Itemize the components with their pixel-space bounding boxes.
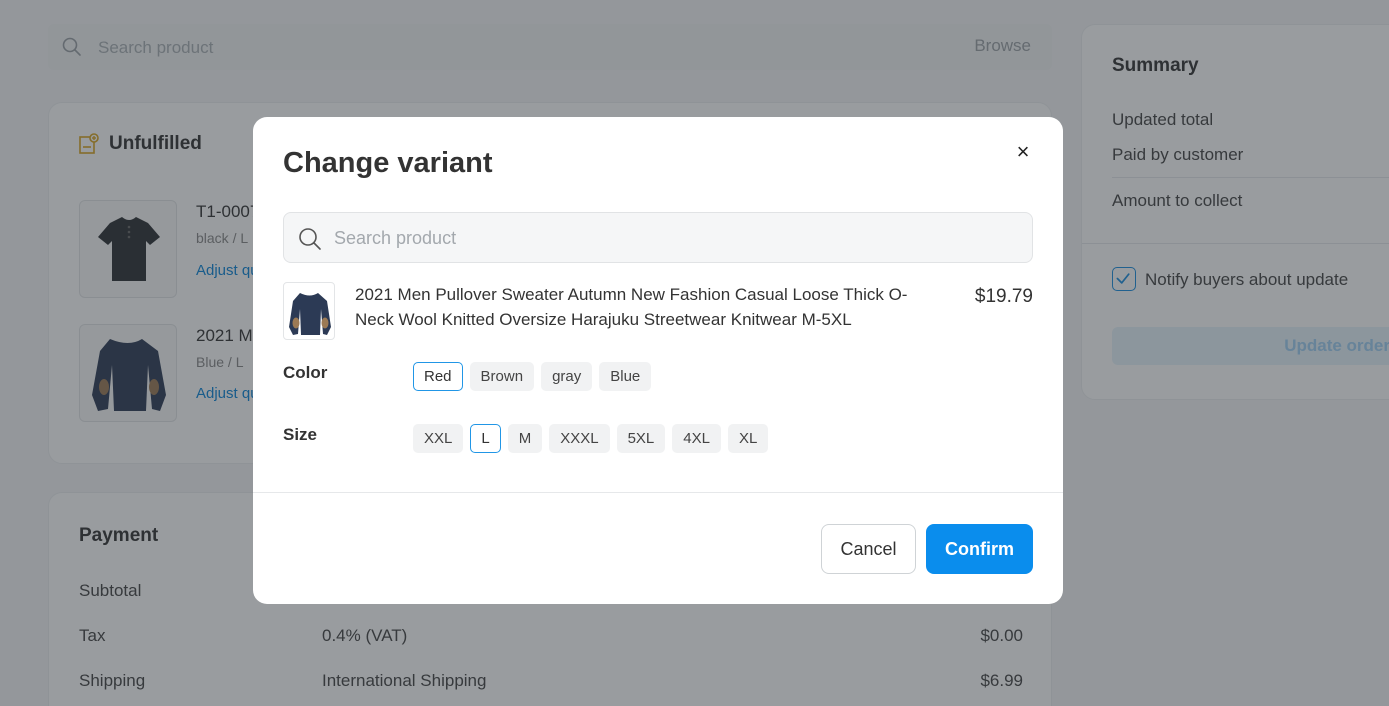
- color-option-chip[interactable]: Brown: [469, 362, 535, 391]
- close-icon[interactable]: ×: [1011, 141, 1035, 165]
- modal-footer-divider: [253, 492, 1063, 493]
- size-option-chip[interactable]: L: [470, 424, 501, 453]
- modal-title: Change variant: [283, 147, 493, 179]
- size-option-chip[interactable]: XL: [727, 424, 769, 453]
- size-option-label: Size: [283, 425, 318, 444]
- modal-search-input[interactable]: [334, 225, 1014, 251]
- color-option-chip[interactable]: gray: [541, 362, 593, 391]
- modal-search-bar[interactable]: [283, 212, 1033, 263]
- size-option-chip[interactable]: XXXL: [549, 424, 610, 453]
- color-option-chip[interactable]: Red: [413, 362, 463, 391]
- variant-product-price: $19.79: [974, 286, 1033, 307]
- color-option-chip[interactable]: Blue: [599, 362, 652, 391]
- change-variant-modal: Change variant × 2021 Men Pullover Sweat…: [253, 117, 1063, 604]
- confirm-button[interactable]: Confirm: [926, 524, 1033, 574]
- variant-product-image: [283, 282, 335, 340]
- variant-product-title: 2021 Men Pullover Sweater Autumn New Fas…: [355, 285, 908, 329]
- color-option-label: Color: [283, 363, 328, 382]
- size-option-chip[interactable]: 4XL: [672, 424, 721, 453]
- search-icon: [299, 228, 321, 250]
- cancel-button[interactable]: Cancel: [821, 524, 916, 574]
- size-options: XXL L M XXXL 5XL 4XL XL: [413, 424, 769, 453]
- size-option-chip[interactable]: M: [507, 424, 543, 453]
- sweater-image: [289, 293, 331, 335]
- size-option-chip[interactable]: XXL: [413, 424, 464, 453]
- size-option-chip[interactable]: 5XL: [616, 424, 666, 453]
- color-options: Red Brown gray Blue: [413, 362, 652, 391]
